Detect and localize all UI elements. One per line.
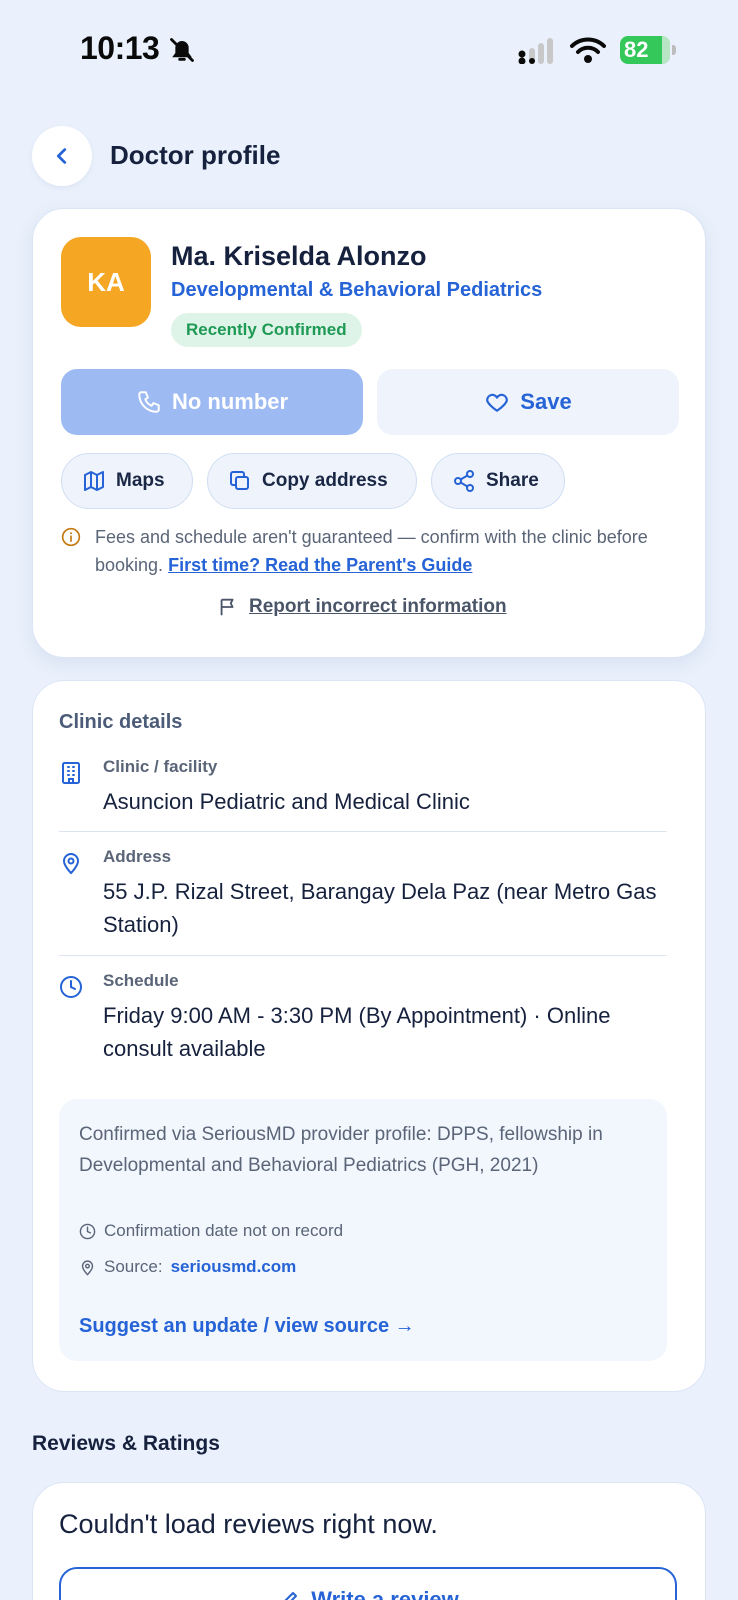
signal-icon bbox=[518, 38, 553, 64]
reviews-card: Couldn't load reviews right now. Write a… bbox=[32, 1482, 706, 1600]
chevron-left-icon bbox=[56, 148, 67, 164]
reviews-section-title: Reviews & Ratings bbox=[32, 1432, 220, 1455]
report-incorrect-link[interactable]: Report incorrect information bbox=[217, 593, 507, 621]
copy-icon bbox=[230, 471, 249, 490]
battery-charging-icon: 82 bbox=[620, 36, 676, 64]
flag-icon bbox=[220, 598, 234, 616]
source-text: Confirmed via SeriousMD provider profile… bbox=[79, 1124, 603, 1176]
source-info-box: Confirmed via SeriousMD provider profile… bbox=[59, 1099, 667, 1361]
phone-icon bbox=[138, 391, 160, 413]
copy-address-button[interactable]: Copy address bbox=[207, 453, 417, 509]
share-icon bbox=[454, 470, 474, 492]
address-row: Address 55 J.P. Rizal Street, Barangay D… bbox=[59, 847, 667, 947]
doctor-specialty: Developmental & Behavioral Pediatrics bbox=[171, 279, 543, 301]
save-button-label: Save bbox=[520, 389, 572, 414]
location-pin-icon bbox=[81, 1259, 94, 1276]
divider bbox=[59, 955, 667, 956]
call-button-label: No number bbox=[171, 389, 289, 414]
wifi-icon bbox=[570, 37, 606, 63]
status-badge: Recently Confirmed bbox=[171, 313, 362, 347]
back-button[interactable] bbox=[32, 126, 92, 186]
schedule-label: Schedule bbox=[103, 971, 179, 990]
facility-value: Asuncion Pediatric and Medical Clinic bbox=[103, 789, 470, 814]
schedule-value: Friday 9:00 AM - 3:30 PM (By Appointment… bbox=[103, 1003, 611, 1061]
divider bbox=[59, 831, 667, 832]
confirmation-date-line: Confirmation date not on record bbox=[79, 1221, 343, 1241]
heart-icon bbox=[486, 393, 509, 412]
clock-icon bbox=[60, 976, 82, 998]
confirmation-date: Confirmation date not on record bbox=[104, 1221, 344, 1240]
reviews-error-message: Couldn't load reviews right now. bbox=[59, 1509, 438, 1539]
clinic-section-title: Clinic details bbox=[59, 711, 183, 733]
map-icon bbox=[84, 471, 104, 491]
status-time: 10:13 bbox=[80, 30, 160, 66]
building-icon bbox=[62, 762, 80, 784]
page-title: Doctor profile bbox=[110, 140, 281, 170]
pencil-icon bbox=[284, 1592, 298, 1600]
address-label: Address bbox=[103, 847, 172, 866]
facility-label: Clinic / facility bbox=[103, 757, 218, 776]
source-line: Source: seriousmd.com bbox=[79, 1257, 296, 1277]
location-pin-icon bbox=[62, 853, 80, 875]
avatar: KA bbox=[61, 237, 151, 327]
write-review-label: Write a review bbox=[311, 1587, 459, 1600]
status-bar: 10:13 82 bbox=[0, 0, 738, 100]
save-button[interactable]: Save bbox=[377, 369, 679, 435]
copy-address-label: Copy address bbox=[262, 470, 388, 491]
report-label: Report incorrect information bbox=[249, 596, 507, 617]
info-icon bbox=[61, 527, 81, 547]
maps-button[interactable]: Maps bbox=[61, 453, 193, 509]
facility-row: Clinic / facility Asuncion Pediatric and… bbox=[59, 757, 667, 817]
source-prefix: Source: bbox=[104, 1257, 163, 1276]
maps-button-label: Maps bbox=[116, 470, 165, 491]
doctor-name: Ma. Kriselda Alonzo bbox=[171, 241, 427, 271]
clock-icon bbox=[79, 1223, 96, 1239]
battery-level: 82 bbox=[624, 37, 649, 62]
top-bar: Doctor profile bbox=[32, 126, 712, 186]
profile-card: KA Ma. Kriselda Alonzo Developmental & B… bbox=[32, 208, 706, 658]
source-link[interactable]: seriousmd.com bbox=[171, 1257, 297, 1277]
suggest-update-link[interactable]: Suggest an update / view source → bbox=[79, 1315, 415, 1338]
schedule-row: Schedule Friday 9:00 AM - 3:30 PM (By Ap… bbox=[59, 971, 667, 1071]
call-button[interactable]: No number bbox=[61, 369, 363, 435]
clinic-details-card: Clinic details Clinic / facility Asuncio… bbox=[32, 680, 706, 1392]
write-review-button[interactable]: Write a review bbox=[59, 1567, 677, 1600]
bell-slash-icon bbox=[170, 38, 194, 62]
share-button-label: Share bbox=[486, 470, 539, 491]
share-button[interactable]: Share bbox=[431, 453, 565, 509]
address-value: 55 J.P. Rizal Street, Barangay Dela Paz … bbox=[103, 879, 657, 937]
parents-guide-link[interactable]: First time? Read the Parent's Guide bbox=[168, 555, 472, 575]
